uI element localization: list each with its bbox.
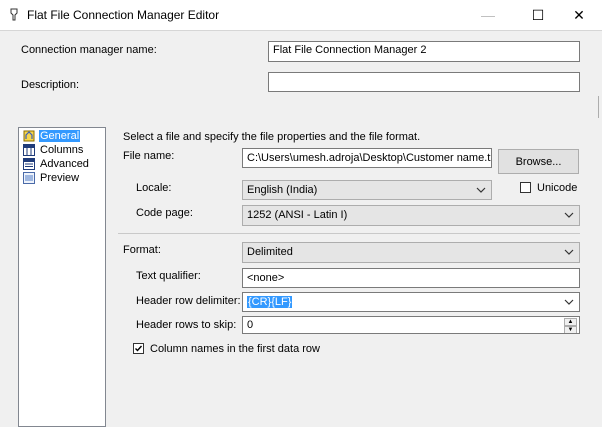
frame-edge: [598, 96, 599, 118]
nav-item-advanced[interactable]: Advanced: [23, 157, 90, 171]
maximize-icon: ☐: [531, 6, 545, 23]
header-rows-skip-label: Header rows to skip:: [136, 319, 237, 331]
description-label: Description:: [21, 79, 80, 91]
file-name-label: File name:: [123, 150, 175, 162]
close-button[interactable]: ✕: [556, 0, 602, 30]
minimize-icon: —: [481, 7, 495, 23]
code-page-label: Code page:: [136, 207, 193, 219]
checkmark-icon: [135, 345, 143, 352]
columns-icon: [23, 144, 35, 156]
format-value: Delimited: [247, 246, 293, 258]
connection-name-input[interactable]: Flat File Connection Manager 2: [268, 41, 580, 62]
header-rows-skip-stepper[interactable]: 0 ▲ ▼: [242, 316, 580, 334]
minimize-button[interactable]: —: [465, 0, 511, 30]
instruction-text: Select a file and specify the file prope…: [123, 131, 421, 143]
nav-item-label: General: [39, 130, 81, 142]
text-qualifier-label: Text qualifier:: [136, 270, 201, 282]
nav-item-preview[interactable]: Preview: [23, 171, 80, 185]
section-divider: [118, 233, 580, 234]
chevron-down-icon: [476, 187, 486, 193]
spin-up-icon[interactable]: ▲: [564, 318, 577, 326]
browse-button[interactable]: Browse...: [498, 149, 579, 174]
format-label: Format:: [123, 244, 161, 256]
nav-item-columns[interactable]: Columns: [23, 143, 84, 157]
spin-buttons: ▲ ▼: [564, 318, 577, 333]
locale-label: Locale:: [136, 182, 172, 194]
preview-icon: [23, 172, 35, 184]
chevron-down-icon: [564, 299, 574, 305]
locale-value: English (India): [247, 184, 318, 196]
maximize-button[interactable]: ☐: [515, 0, 561, 30]
code-page-value: 1252 (ANSI - Latin I): [247, 209, 348, 221]
nav-item-label: Advanced: [40, 158, 89, 170]
chevron-down-icon: [564, 249, 574, 255]
description-input[interactable]: [268, 72, 580, 92]
page-nav-pane: General Columns Advanced Preview: [18, 127, 106, 427]
nav-item-general[interactable]: General: [23, 129, 81, 143]
locale-select[interactable]: English (India): [242, 180, 492, 200]
unicode-label: Unicode: [537, 182, 578, 194]
nav-item-label: Preview: [40, 172, 80, 184]
advanced-icon: [23, 158, 35, 170]
format-select[interactable]: Delimited: [242, 242, 580, 263]
unicode-checkbox[interactable]: [520, 182, 531, 193]
header-row-delimiter-select[interactable]: {CR}{LF}: [242, 292, 580, 312]
connection-name-label: Connection manager name:: [21, 44, 157, 56]
code-page-select[interactable]: 1252 (ANSI - Latin I): [242, 205, 580, 226]
general-icon: [23, 130, 35, 142]
column-names-label: Column names in the first data row: [150, 343, 320, 355]
text-qualifier-input[interactable]: <none>: [242, 268, 580, 288]
header-rows-skip-value: 0: [247, 319, 254, 331]
title-divider: [0, 30, 602, 31]
spin-down-icon[interactable]: ▼: [564, 326, 577, 333]
browse-button-label: Browse...: [515, 155, 562, 168]
nav-item-label: Columns: [40, 144, 84, 156]
window-title: Flat File Connection Manager Editor: [27, 8, 220, 22]
file-name-input[interactable]: C:\Users\umesh.adroja\Desktop\Customer n…: [242, 148, 492, 168]
header-row-delimiter-label: Header row delimiter:: [136, 295, 241, 307]
chevron-down-icon: [564, 212, 574, 218]
app-icon: [10, 8, 18, 21]
column-names-checkbox[interactable]: [133, 343, 144, 354]
header-row-delimiter-value: {CR}{LF}: [247, 296, 293, 308]
close-icon: ✕: [573, 6, 585, 23]
